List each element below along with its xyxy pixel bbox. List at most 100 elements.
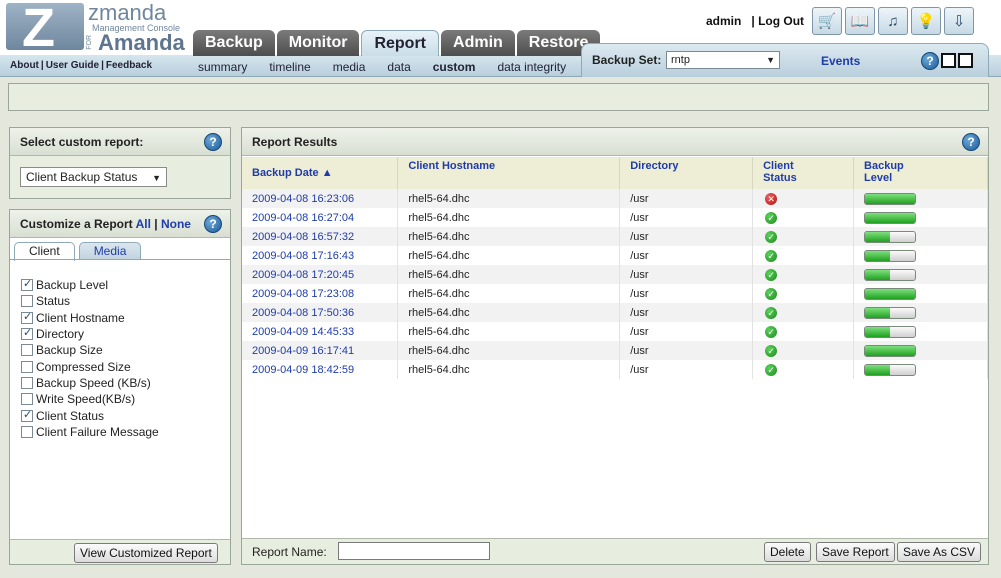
- backup-set-select[interactable]: rntp ▼: [666, 51, 780, 69]
- select-none-link[interactable]: None: [161, 217, 191, 231]
- field-option[interactable]: Compressed Size: [21, 358, 159, 374]
- table-row[interactable]: 2009-04-09 14:45:33 rhel5-64.dhc/usr ✓: [242, 322, 988, 341]
- logout-link[interactable]: Log Out: [758, 14, 804, 28]
- zmanda-logo[interactable]: zmanda Management Console FOR Amanda: [6, 0, 191, 59]
- backup-date-cell[interactable]: 2009-04-09 18:42:59: [242, 360, 399, 379]
- col-backup-level[interactable]: Backup Level: [853, 157, 988, 189]
- user-guide-link[interactable]: User Guide: [46, 60, 99, 71]
- help-icon[interactable]: ?: [962, 133, 980, 151]
- restore-window-icon[interactable]: [941, 53, 956, 68]
- field-checkbox[interactable]: [21, 376, 33, 389]
- table-row[interactable]: 2009-04-08 17:23:08 rhel5-64.dhc/usr ✓: [242, 284, 988, 303]
- field-option[interactable]: Backup Level: [21, 277, 159, 293]
- backup-date-cell[interactable]: 2009-04-08 16:57:32: [242, 227, 399, 246]
- table-row[interactable]: 2009-04-08 17:50:36 rhel5-64.dhc/usr ✓: [242, 303, 988, 322]
- tab-media[interactable]: Media: [78, 242, 142, 260]
- field-option[interactable]: Client Status: [21, 407, 159, 423]
- success-check-icon: ✓: [765, 287, 778, 300]
- field-option[interactable]: Write Speed(KB/s): [21, 391, 159, 407]
- maximize-window-icon[interactable]: [958, 53, 973, 68]
- cart-icon[interactable]: 🛒: [812, 7, 842, 35]
- success-check-icon: ✓: [765, 363, 778, 376]
- field-checkbox[interactable]: [21, 344, 33, 357]
- save-report-button[interactable]: Save Report: [816, 542, 895, 562]
- about-link[interactable]: About: [10, 60, 39, 71]
- field-option[interactable]: Backup Speed (KB/s): [21, 375, 159, 391]
- results-table: Backup Date ▲ Client Hostname Directory …: [242, 157, 988, 379]
- field-option[interactable]: Client Failure Message: [21, 424, 159, 440]
- backup-set-bar: Backup Set: rntp ▼ Events ?: [581, 43, 989, 77]
- backup-level-cell: [853, 246, 988, 265]
- backup-date-cell[interactable]: 2009-04-08 17:23:08: [242, 284, 399, 303]
- backup-date-cell[interactable]: 2009-04-08 16:23:06: [242, 189, 399, 208]
- backup-date-cell[interactable]: 2009-04-08 16:27:04: [242, 208, 399, 227]
- backup-level-bar: [864, 325, 917, 338]
- feedback-link[interactable]: Feedback: [106, 60, 152, 71]
- table-row[interactable]: 2009-04-08 16:57:32 rhel5-64.dhc/usr ✓: [242, 227, 988, 246]
- book-icon[interactable]: 📖: [845, 7, 875, 35]
- subnav-data-integrity[interactable]: data integrity: [497, 60, 566, 74]
- field-checkbox[interactable]: [21, 295, 33, 308]
- view-customized-report-button[interactable]: View Customized Report: [74, 543, 218, 563]
- table-row[interactable]: 2009-04-08 16:27:04 rhel5-64.dhc/usr ✓: [242, 208, 988, 227]
- field-checkbox[interactable]: [21, 326, 33, 341]
- tab-monitor[interactable]: Monitor: [276, 30, 360, 56]
- col-backup-date[interactable]: Backup Date ▲: [242, 157, 399, 189]
- field-checkbox[interactable]: [21, 310, 33, 324]
- subnav-media[interactable]: media: [333, 60, 366, 74]
- tab-backup[interactable]: Backup: [193, 30, 275, 56]
- field-option[interactable]: Directory: [21, 326, 159, 342]
- col-client-status[interactable]: Client Status: [752, 157, 855, 189]
- table-row[interactable]: 2009-04-08 16:23:06 rhel5-64.dhc/usr ✕: [242, 189, 988, 208]
- help-icon[interactable]: ?: [204, 215, 222, 233]
- backup-date-cell[interactable]: 2009-04-09 14:45:33: [242, 322, 399, 341]
- client-status-cell: ✓: [752, 265, 855, 284]
- chevron-down-icon: ▼: [766, 55, 775, 65]
- subnav-custom[interactable]: custom: [433, 60, 476, 74]
- panel-title: Select custom report: ?: [10, 128, 230, 156]
- field-checkbox[interactable]: [21, 425, 33, 438]
- backup-level-cell: [853, 227, 988, 246]
- results-footer: Report Name: Delete Save Report Save As …: [242, 538, 988, 564]
- directory-cell: /usr: [619, 341, 754, 360]
- delete-button[interactable]: Delete: [764, 542, 811, 562]
- backup-level-fill: [865, 307, 891, 318]
- help-icon[interactable]: ?: [204, 133, 222, 151]
- col-client-hostname[interactable]: Client Hostname: [397, 157, 621, 189]
- subnav-data[interactable]: data: [387, 60, 410, 74]
- tab-admin[interactable]: Admin: [441, 30, 515, 56]
- backup-date-cell[interactable]: 2009-04-09 16:17:41: [242, 341, 399, 360]
- report-name-input[interactable]: [338, 542, 490, 560]
- music-icon[interactable]: ♫: [878, 7, 908, 35]
- field-option[interactable]: Status: [21, 293, 159, 309]
- field-checkbox[interactable]: [21, 408, 33, 422]
- select-all-link[interactable]: All: [136, 217, 151, 231]
- backup-date-cell[interactable]: 2009-04-08 17:16:43: [242, 246, 399, 265]
- field-checkbox[interactable]: [21, 393, 33, 406]
- field-option[interactable]: Client Hostname: [21, 310, 159, 326]
- results-body: 2009-04-08 16:23:06 rhel5-64.dhc/usr ✕ 2009…: [242, 189, 988, 379]
- backup-level-cell: [853, 208, 988, 227]
- client-status-cell: ✓: [752, 208, 855, 227]
- col-directory[interactable]: Directory: [619, 157, 754, 189]
- events-link[interactable]: Events: [821, 54, 860, 68]
- custom-report-select[interactable]: Client Backup Status ▼: [20, 167, 167, 187]
- table-row[interactable]: 2009-04-09 18:42:59 rhel5-64.dhc/usr ✓: [242, 360, 988, 379]
- subnav-summary[interactable]: summary: [198, 60, 247, 74]
- field-option[interactable]: Backup Size: [21, 342, 159, 358]
- download-arrow-icon[interactable]: ⇩: [944, 7, 974, 35]
- directory-cell: /usr: [619, 208, 754, 227]
- table-row[interactable]: 2009-04-08 17:16:43 rhel5-64.dhc/usr ✓: [242, 246, 988, 265]
- lightbulb-icon[interactable]: 💡: [911, 7, 941, 35]
- field-checkbox[interactable]: [21, 277, 33, 292]
- table-row[interactable]: 2009-04-09 16:17:41 rhel5-64.dhc/usr ✓: [242, 341, 988, 360]
- help-icon[interactable]: ?: [921, 52, 939, 70]
- backup-date-cell[interactable]: 2009-04-08 17:50:36: [242, 303, 399, 322]
- backup-date-cell[interactable]: 2009-04-08 17:20:45: [242, 265, 399, 284]
- table-row[interactable]: 2009-04-08 17:20:45 rhel5-64.dhc/usr ✓: [242, 265, 988, 284]
- tab-report[interactable]: Report: [361, 30, 440, 56]
- col-backup-level-label: Backup Level: [864, 160, 904, 184]
- save-as-csv-button[interactable]: Save As CSV: [897, 542, 982, 562]
- subnav-timeline[interactable]: timeline: [269, 60, 310, 74]
- field-checkbox[interactable]: [21, 360, 33, 373]
